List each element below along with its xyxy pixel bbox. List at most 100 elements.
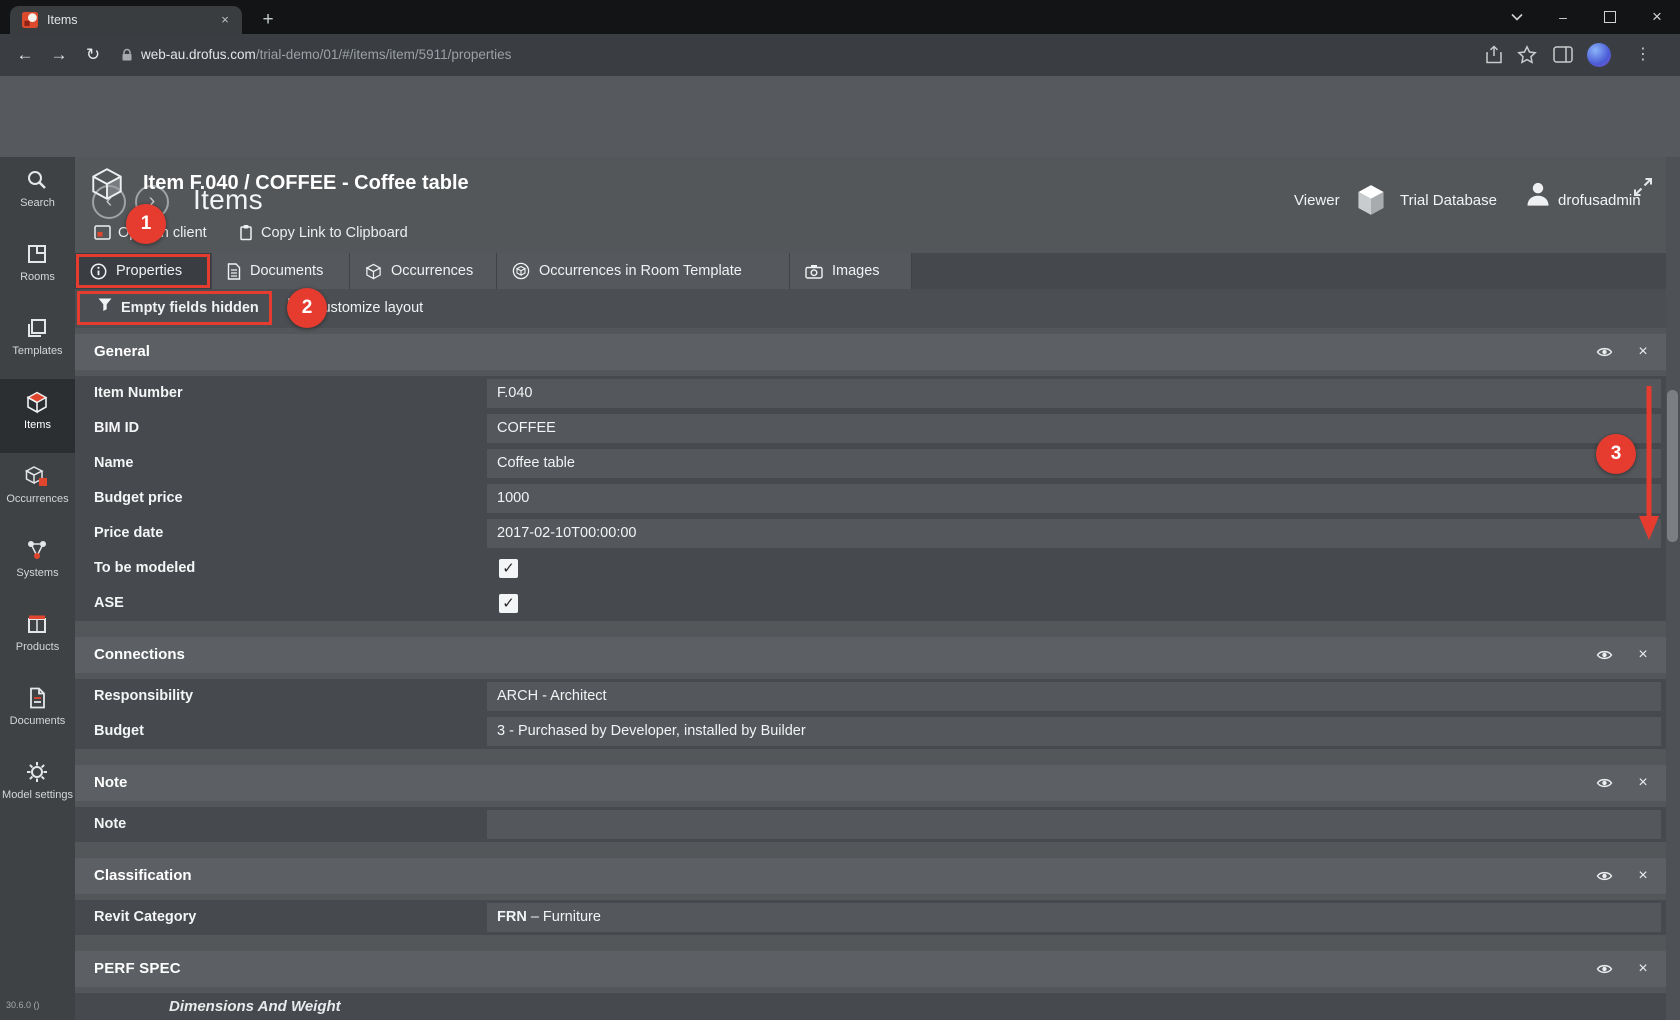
open-in-client-icon: [94, 224, 111, 241]
database-name: Trial Database: [1400, 192, 1497, 209]
item-cube-icon: [88, 165, 126, 203]
field-value-budget-price[interactable]: 1000: [487, 484, 1661, 513]
rooms-icon: [25, 242, 49, 266]
to-be-modeled-checkbox[interactable]: ✓: [499, 559, 518, 578]
browser-window: Items × + – × ← → ↻ web-au.drofus.com/tr…: [0, 0, 1680, 1020]
annotation-box-properties: [76, 254, 210, 288]
sidebar-item-items[interactable]: Items: [0, 379, 75, 453]
ase-checkbox[interactable]: ✓: [499, 594, 518, 613]
maximize-icon: [1604, 11, 1616, 23]
sidebar-item-search[interactable]: Search: [0, 157, 75, 231]
sidebar-item-products[interactable]: Products: [0, 601, 75, 675]
gear-icon: [25, 760, 49, 784]
tab-close-icon[interactable]: ×: [216, 11, 234, 29]
eye-icon[interactable]: [1595, 869, 1614, 883]
forward-icon[interactable]: →: [43, 34, 75, 76]
eye-icon[interactable]: [1595, 962, 1614, 976]
field-value-name[interactable]: Coffee table: [487, 449, 1661, 478]
window-close-button[interactable]: ×: [1634, 0, 1680, 34]
field-value-revit-category[interactable]: FRN– Furniture: [487, 903, 1661, 932]
maximize-button[interactable]: [1587, 0, 1633, 34]
reload-icon[interactable]: ↻: [77, 34, 109, 76]
sidebar-item-systems[interactable]: Systems: [0, 527, 75, 601]
scrollbar-track: [1666, 157, 1680, 1020]
lock-icon[interactable]: [120, 48, 134, 62]
expand-icon[interactable]: [1632, 176, 1654, 198]
eye-icon[interactable]: [1595, 345, 1614, 359]
clipboard-icon: [238, 224, 254, 241]
field-value-budget[interactable]: 3 - Purchased by Developer, installed by…: [487, 717, 1661, 746]
section-header-classification: Classification ×: [75, 858, 1666, 894]
annotation-step-3: 3: [1596, 434, 1636, 474]
browser-toolbar: ← → ↻ web-au.drofus.com/trial-demo/01/#/…: [0, 34, 1680, 76]
sidebar-item-documents[interactable]: Documents: [0, 675, 75, 749]
url-domain: web-au.drofus.com: [141, 47, 256, 62]
new-tab-button[interactable]: +: [254, 6, 282, 34]
circle-cube-icon: [512, 262, 530, 280]
field-row-to-be-modeled: To be modeled ✓: [75, 551, 1666, 586]
back-icon[interactable]: ←: [9, 34, 41, 76]
tab-occurrences[interactable]: Occurrences: [350, 253, 497, 289]
field-value-note[interactable]: [487, 810, 1661, 839]
browser-menu-icon[interactable]: ⋮: [1627, 34, 1659, 76]
tab-occurrences-in-room-template[interactable]: Occurrences in Room Template: [497, 253, 790, 289]
section-close-icon[interactable]: ×: [1632, 334, 1654, 370]
section-header-note: Note ×: [75, 765, 1666, 801]
document-icon: [227, 263, 241, 280]
section-header-perf-spec: PERF SPEC ×: [75, 951, 1666, 987]
item-title: Item F.040 / COFFEE - Coffee table: [143, 172, 469, 195]
section-close-icon[interactable]: ×: [1632, 951, 1654, 987]
sidebar-item-rooms[interactable]: Rooms: [0, 231, 75, 305]
field-value-responsibility[interactable]: ARCH - Architect: [487, 682, 1661, 711]
field-row-budget-price: Budget price 1000: [75, 481, 1666, 516]
annotation-arrow-down: [1634, 378, 1664, 548]
systems-icon: [25, 538, 49, 562]
section-header-connections: Connections ×: [75, 637, 1666, 673]
subgroup-row: Dimensions And Weight: [75, 993, 1666, 1020]
eye-icon[interactable]: [1595, 648, 1614, 662]
browser-tab-title: Items: [47, 13, 216, 27]
eye-icon[interactable]: [1595, 776, 1614, 790]
field-row-note: Note: [75, 807, 1666, 842]
minimize-button[interactable]: –: [1540, 0, 1586, 34]
documents-icon: [25, 686, 49, 710]
profile-avatar[interactable]: [1587, 43, 1611, 67]
field-row-item-number: Item Number F.040: [75, 376, 1666, 411]
url-path: /trial-demo/01/#/items/item/5911/propert…: [256, 47, 512, 62]
browser-tab[interactable]: Items ×: [10, 6, 242, 34]
annotation-box-empty-fields: [77, 291, 272, 325]
browser-tab-strip: Items × + – ×: [0, 0, 1680, 34]
customize-layout-button[interactable]: Customize layout: [312, 289, 423, 328]
scrollbar-thumb[interactable]: [1667, 390, 1678, 542]
copy-link-button[interactable]: Copy Link to Clipboard: [238, 212, 408, 253]
search-tabs-icon[interactable]: [1494, 0, 1540, 34]
field-row-budget: Budget 3 - Purchased by Developer, insta…: [75, 714, 1666, 749]
field-value-bim-id[interactable]: COFFEE: [487, 414, 1661, 443]
side-panel-icon[interactable]: [1553, 46, 1573, 63]
username-label[interactable]: drofusadmin: [1558, 192, 1641, 209]
annotation-step-1: 1: [126, 204, 166, 244]
bookmark-star-icon[interactable]: [1517, 45, 1537, 65]
viewer-label[interactable]: Viewer: [1294, 192, 1340, 209]
sidebar-item-templates[interactable]: Templates: [0, 305, 75, 379]
field-row-bim-id: BIM ID COFFEE: [75, 411, 1666, 446]
search-icon: [25, 168, 49, 192]
section-close-icon[interactable]: ×: [1632, 858, 1654, 894]
subgroup-title: Dimensions And Weight: [169, 993, 341, 1020]
share-icon[interactable]: [1484, 45, 1504, 65]
occurrences-icon: [25, 464, 49, 488]
products-icon: [25, 612, 49, 636]
sidebar-item-model-settings[interactable]: Model settings: [0, 749, 75, 823]
field-value-price-date[interactable]: 2017-02-10T00:00:00: [487, 519, 1661, 548]
field-row-ase: ASE ✓: [75, 586, 1666, 621]
field-value-item-number[interactable]: F.040: [487, 379, 1661, 408]
user-icon[interactable]: [1524, 180, 1552, 208]
items-icon: [25, 390, 49, 414]
sidebar-item-occurrences[interactable]: Occurrences: [0, 453, 75, 527]
tab-images[interactable]: Images: [790, 253, 912, 289]
section-close-icon[interactable]: ×: [1632, 637, 1654, 673]
tab-documents[interactable]: Documents: [212, 253, 350, 289]
url-bar[interactable]: web-au.drofus.com/trial-demo/01/#/items/…: [141, 34, 511, 76]
viewer-cube-icon[interactable]: [1356, 184, 1386, 216]
section-close-icon[interactable]: ×: [1632, 765, 1654, 801]
